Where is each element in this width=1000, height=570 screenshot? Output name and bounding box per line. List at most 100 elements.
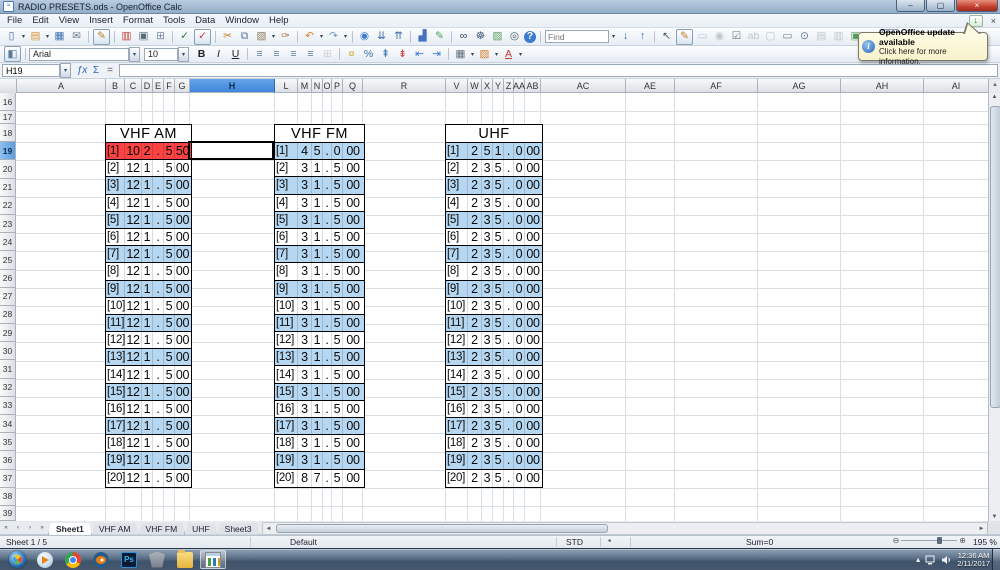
column-header-V[interactable]: V	[446, 79, 468, 93]
preset-cell[interactable]: 3	[482, 400, 493, 417]
preset-cell[interactable]: 00	[343, 212, 363, 228]
print-icon[interactable]: ▣	[136, 30, 151, 44]
preset-cell[interactable]: [15]	[106, 383, 125, 400]
sheet-tab-uhf[interactable]: UHF	[185, 523, 217, 535]
preset-cell[interactable]: 1	[312, 246, 323, 263]
preset-cell[interactable]: 3	[298, 332, 312, 349]
preset-cell[interactable]: 5	[332, 366, 343, 383]
preset-cell[interactable]: .	[504, 469, 514, 487]
paste-icon[interactable]: ▧	[254, 30, 269, 44]
preset-cell[interactable]: .	[153, 452, 164, 469]
formula-input[interactable]	[119, 64, 998, 77]
preset-cell[interactable]: 00	[175, 263, 190, 279]
preset-row[interactable]: [20] 12 1. 5 00	[106, 469, 191, 487]
media-player-app-icon-button[interactable]	[32, 550, 58, 569]
preset-cell[interactable]: 2	[468, 297, 482, 314]
column-header-N[interactable]: N	[312, 79, 323, 93]
preset-cell[interactable]: 0	[514, 246, 525, 263]
preset-cell[interactable]: .	[153, 332, 164, 349]
preset-cell[interactable]: .	[153, 263, 164, 280]
preset-cell[interactable]: .	[323, 177, 332, 194]
preset-cell[interactable]: .	[504, 143, 514, 160]
preset-row[interactable]: [4] 3 1. 5 00	[275, 194, 364, 212]
preset-cell[interactable]: 12	[125, 263, 142, 280]
row-header-37[interactable]: 37	[0, 469, 16, 488]
preset-cell[interactable]: .	[323, 280, 332, 297]
preset-cell[interactable]: .	[323, 332, 332, 349]
new-document-icon[interactable]: ▯	[4, 30, 19, 44]
zoom-level-label[interactable]: 195 %	[973, 537, 997, 547]
find-dropdown-icon[interactable]: ▾	[610, 33, 617, 40]
preset-cell[interactable]: 5	[164, 332, 175, 349]
menu-data[interactable]: Data	[190, 15, 220, 26]
preset-cell[interactable]: 5	[493, 452, 504, 469]
preset-cell[interactable]: 5	[332, 280, 343, 297]
preset-cell[interactable]: 00	[525, 418, 541, 434]
preset-cell[interactable]: 5	[493, 435, 504, 452]
preset-cell[interactable]: 5	[493, 280, 504, 297]
preset-row[interactable]: [6] 2 3 5. 0 00	[446, 228, 542, 247]
preset-cell[interactable]: 0	[514, 314, 525, 332]
menu-window[interactable]: Window	[220, 15, 264, 26]
last-sheet-icon[interactable]: »	[36, 522, 48, 533]
preset-row[interactable]: [14] 12 1. 5 00	[106, 366, 191, 384]
preset-row[interactable]: [19] 2 3 5. 0 00	[446, 452, 542, 470]
preset-cell[interactable]: 5	[332, 349, 343, 366]
preset-cell[interactable]: 3	[482, 332, 493, 349]
preset-row[interactable]: [11] 12 1. 5 00	[106, 314, 191, 333]
preset-cell[interactable]: 1	[312, 435, 323, 452]
preset-cell[interactable]: 00	[343, 401, 363, 417]
preset-cell[interactable]: 3	[482, 228, 493, 246]
preset-cell[interactable]: 5	[332, 263, 343, 280]
preset-cell[interactable]: 00	[175, 298, 190, 314]
menu-help[interactable]: Help	[264, 15, 294, 26]
preset-cell[interactable]: 1	[142, 469, 153, 487]
chrome-app-icon-button[interactable]	[60, 550, 86, 569]
format-paintbrush-icon[interactable]: ✑	[278, 30, 293, 44]
minimize-button[interactable]: –	[896, 0, 925, 12]
push-button-control-icon[interactable]: ▭	[695, 30, 710, 44]
preset-cell[interactable]: 00	[525, 298, 541, 314]
preset-cell[interactable]: [6]	[446, 228, 468, 246]
preset-cell[interactable]: 12	[125, 332, 142, 349]
preset-row[interactable]: [17] 12 1. 5 00	[106, 418, 191, 436]
preset-cell[interactable]: 2	[468, 418, 482, 435]
preset-cell[interactable]: 12	[125, 400, 142, 417]
preset-cell[interactable]: .	[323, 435, 332, 452]
preset-cell[interactable]: 5	[482, 143, 493, 160]
preset-cell[interactable]: 1	[142, 418, 153, 435]
preset-cell[interactable]: 12	[125, 160, 142, 177]
preset-cell[interactable]: [1]	[446, 143, 468, 160]
column-header-E[interactable]: E	[153, 79, 164, 93]
column-header-AB[interactable]: AB	[525, 79, 541, 93]
menu-insert[interactable]: Insert	[84, 15, 118, 26]
preset-cell[interactable]: [12]	[106, 332, 125, 349]
preset-row[interactable]: [18] 2 3 5. 0 00	[446, 435, 542, 453]
dropdown-arrow-icon[interactable]: ▾	[20, 33, 27, 40]
column-header-R[interactable]: R	[363, 79, 446, 93]
bold-icon[interactable]: B	[194, 47, 209, 61]
row-header-32[interactable]: 32	[0, 378, 16, 397]
start-button-button[interactable]	[4, 550, 30, 569]
preset-cell[interactable]: 5	[493, 263, 504, 280]
auto-spellcheck-icon[interactable]: ✓	[194, 28, 211, 45]
preset-cell[interactable]: [1]	[106, 143, 125, 160]
preset-cell[interactable]: 1	[312, 400, 323, 417]
preset-cell[interactable]: 5	[164, 263, 175, 280]
row-header-17[interactable]: 17	[0, 111, 16, 124]
preset-cell[interactable]: 1	[312, 280, 323, 297]
preset-cell[interactable]: 0	[514, 349, 525, 366]
column-header-G[interactable]: G	[175, 79, 190, 93]
preset-cell[interactable]: 0	[514, 383, 525, 400]
row-header-21[interactable]: 21	[0, 178, 16, 197]
preset-cell[interactable]: .	[323, 314, 332, 332]
preset-row[interactable]: [18] 12 1. 5 00	[106, 435, 191, 453]
preset-cell[interactable]: 0	[514, 400, 525, 417]
page-preview-icon[interactable]: ⊞	[153, 30, 168, 44]
preset-cell[interactable]: [7]	[106, 246, 125, 263]
hyperlink-icon[interactable]: ◉	[357, 30, 372, 44]
previous-sheet-icon[interactable]: ‹	[12, 522, 24, 533]
preset-cell[interactable]: .	[504, 211, 514, 228]
column-header-A[interactable]: A	[17, 79, 106, 93]
preset-cell[interactable]: [19]	[446, 452, 468, 469]
